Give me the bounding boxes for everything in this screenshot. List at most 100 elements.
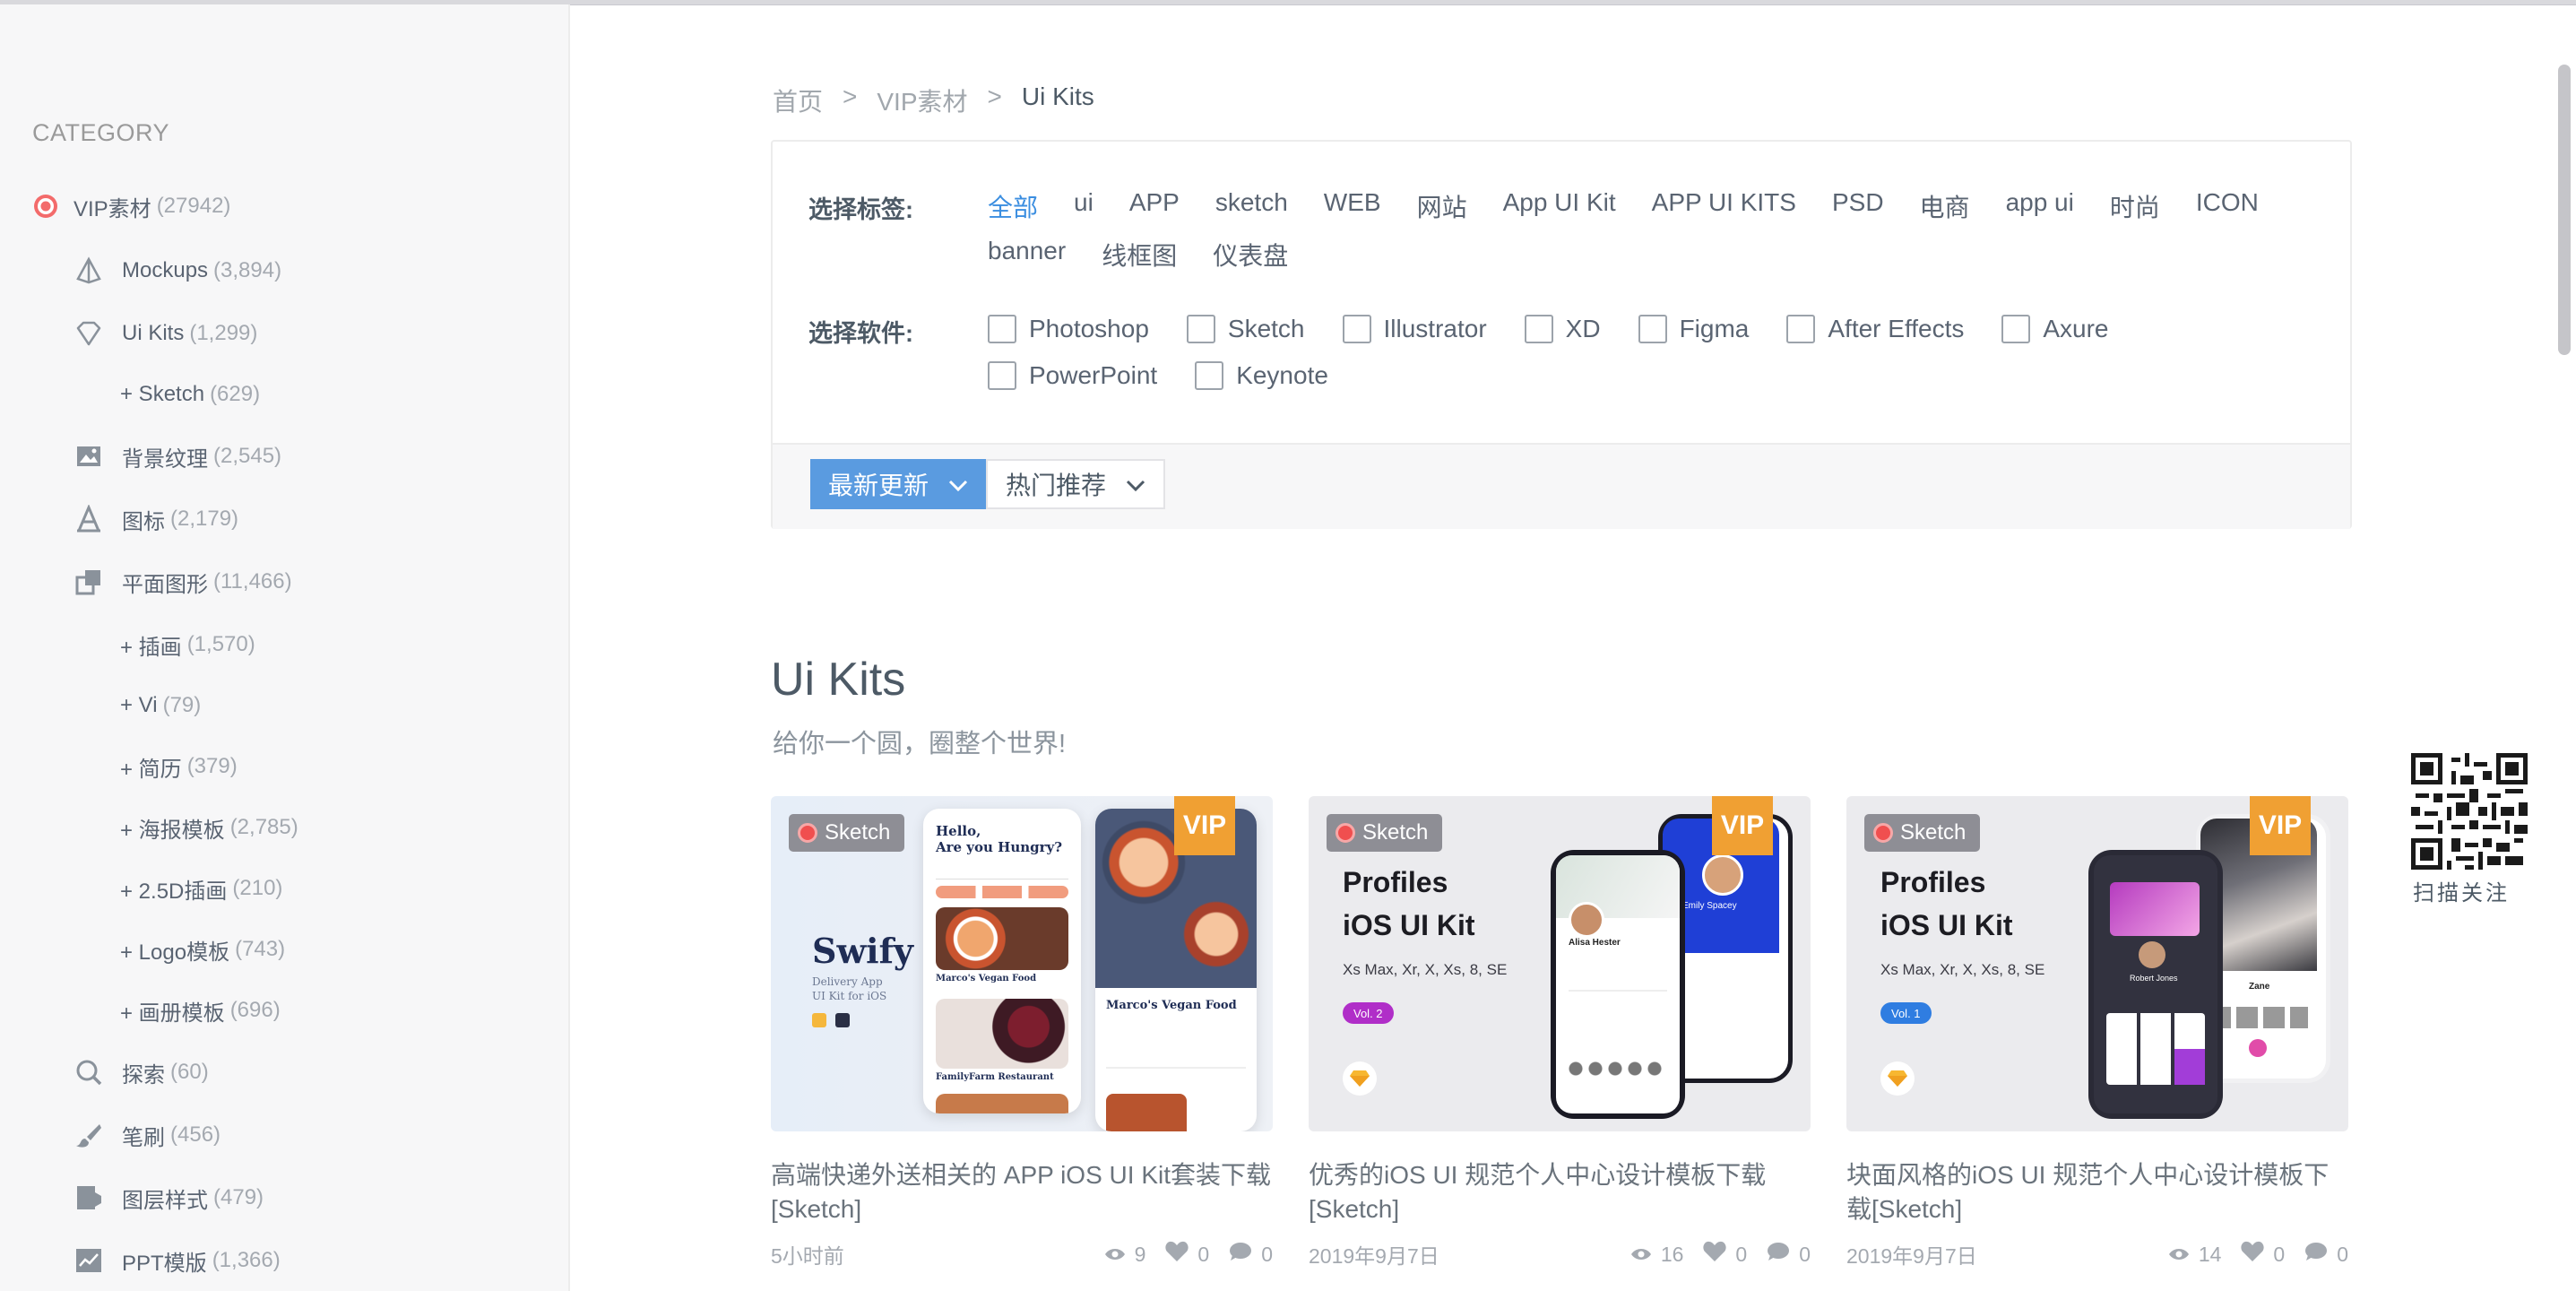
- sidebar-item-brushes[interactable]: 笔刷 (456): [73, 1113, 220, 1157]
- sidebar-item-ui-kits[interactable]: Ui Kits (1,299): [73, 311, 257, 356]
- sidebar-item-count: (379): [186, 754, 238, 778]
- card-thumbnail[interactable]: Swify Delivery App UI Kit for iOS Hello,…: [771, 796, 1273, 1131]
- tag-website[interactable]: 网站: [1417, 188, 1467, 224]
- card-stats: 14 0 0: [2168, 1239, 2348, 1269]
- sort-hot-button[interactable]: 热门推荐: [986, 459, 1166, 509]
- sketch-badge-icon: [798, 823, 817, 843]
- card-meta: 5小时前 9 0 0: [771, 1239, 1273, 1269]
- software-powerpoint[interactable]: PowerPoint: [988, 359, 1157, 393]
- software-after-effects[interactable]: After Effects: [1786, 312, 1964, 346]
- sidebar-item-layer-styles[interactable]: 图层样式 (479): [73, 1175, 264, 1220]
- software-list: Photoshop Sketch Illustrator XD Figma Af…: [988, 312, 2314, 393]
- card-title[interactable]: 高端快递外送相关的 APP iOS UI Kit套装下载[Sketch]: [771, 1158, 1273, 1226]
- checkbox[interactable]: [988, 361, 1016, 390]
- card-thumbnail[interactable]: Profiles iOS UI Kit Xs Max, Xr, X, Xs, 8…: [1309, 796, 1811, 1131]
- sidebar-subitem-logo[interactable]: + Logo模板 (743): [120, 927, 285, 972]
- software-xd[interactable]: XD: [1524, 312, 1601, 346]
- sidebar-subitem-resume[interactable]: + 简历 (379): [120, 744, 238, 789]
- card-thumbnail[interactable]: Profiles iOS UI Kit Xs Max, Xr, X, Xs, 8…: [1846, 796, 2348, 1131]
- avatar: [2139, 941, 2165, 968]
- sidebar-subitem-illustration[interactable]: + 插画 (1,570): [120, 622, 255, 667]
- sidebar-item-ppt[interactable]: PPT模版 (1,366): [73, 1238, 281, 1283]
- sidebar-item-graphics[interactable]: 平面图形 (11,466): [73, 559, 292, 604]
- checkbox[interactable]: [988, 315, 1016, 343]
- breadcrumb-vip[interactable]: VIP素材: [877, 82, 967, 118]
- sort-latest-button[interactable]: 最新更新: [810, 459, 987, 509]
- tag-app-ui-kits[interactable]: APP UI KITS: [1652, 188, 1796, 224]
- sidebar-item-explore[interactable]: 探索 (60): [73, 1050, 209, 1095]
- qr-code-icon[interactable]: [2411, 753, 2528, 870]
- sidebar-item-icons[interactable]: 图标 (2,179): [73, 497, 238, 542]
- friends-avatars: [1569, 1061, 1667, 1076]
- software-axure[interactable]: Axure: [2001, 312, 2109, 346]
- card-time: 5小时前: [771, 1244, 844, 1268]
- chevron-down-icon: [1126, 470, 1145, 498]
- sidebar-item-label: + 插画: [120, 635, 182, 660]
- tag-fashion[interactable]: 时尚: [2110, 188, 2160, 224]
- sidebar-subitem-brochure[interactable]: + 画册模板 (696): [120, 988, 281, 1033]
- resource-card[interactable]: Swify Delivery App UI Kit for iOS Hello,…: [771, 796, 1273, 1269]
- sidebar-item-label: VIP素材: [73, 196, 151, 221]
- tag-app-ui[interactable]: app ui: [2006, 188, 2074, 224]
- tag-dashboard[interactable]: 仪表盘: [1213, 237, 1288, 273]
- software-figma[interactable]: Figma: [1638, 312, 1750, 346]
- resource-card[interactable]: Profiles iOS UI Kit Xs Max, Xr, X, Xs, 8…: [1846, 796, 2348, 1269]
- checkbox[interactable]: [1786, 315, 1816, 343]
- software-label: Figma: [1679, 315, 1750, 342]
- checkbox[interactable]: [1195, 361, 1224, 390]
- sidebar-item-label: + Logo模板: [120, 940, 230, 965]
- phone-mockup: Hello, Are you Hungry? Marco's Vegan Foo…: [923, 809, 1081, 1113]
- software-illustrator[interactable]: Illustrator: [1342, 312, 1487, 346]
- sidebar-subitem-poster[interactable]: + 海报模板 (2,785): [120, 805, 298, 850]
- software-sketch[interactable]: Sketch: [1186, 312, 1305, 346]
- tag-web[interactable]: WEB: [1324, 188, 1381, 224]
- tag-wireframe[interactable]: 线框图: [1102, 237, 1177, 273]
- sidebar-subitem-vi[interactable]: + Vi (79): [120, 683, 201, 728]
- checkbox[interactable]: [1524, 315, 1553, 343]
- checkbox[interactable]: [1638, 315, 1667, 343]
- eye-icon: [1104, 1243, 1126, 1267]
- tag-app-ui-kit[interactable]: App UI Kit: [1503, 188, 1616, 224]
- vip-badge: VIP: [2250, 796, 2311, 855]
- sidebar-item-count: (27942): [156, 194, 231, 218]
- likes-stat[interactable]: 0: [2241, 1241, 2285, 1268]
- comments-stat[interactable]: 0: [1229, 1242, 1273, 1267]
- comments-stat[interactable]: 0: [2304, 1242, 2348, 1267]
- tag-ui[interactable]: ui: [1074, 188, 1094, 224]
- food-photo: [1106, 1094, 1187, 1131]
- breadcrumb-home[interactable]: 首页: [773, 82, 823, 118]
- tag-all[interactable]: 全部: [988, 188, 1038, 224]
- vip-badge: VIP: [1712, 796, 1773, 855]
- software-photoshop[interactable]: Photoshop: [988, 312, 1149, 346]
- sidebar-item-label: + Vi: [120, 693, 158, 717]
- sidebar-subitem-25d[interactable]: + 2.5D插画 (210): [120, 866, 282, 911]
- tag-ecommerce[interactable]: 电商: [1920, 188, 1970, 224]
- checkbox[interactable]: [2001, 315, 2031, 343]
- resource-card[interactable]: Profiles iOS UI Kit Xs Max, Xr, X, Xs, 8…: [1309, 796, 1811, 1269]
- sidebar-item-mockups[interactable]: Mockups (3,894): [73, 248, 281, 293]
- sidebar-item-backgrounds[interactable]: 背景纹理 (2,545): [73, 434, 281, 479]
- software-keynote[interactable]: Keynote: [1195, 359, 1328, 393]
- views-stat: 14: [2168, 1243, 2221, 1267]
- card-title[interactable]: 优秀的iOS UI 规范个人中心设计模板下载[Sketch]: [1309, 1158, 1811, 1226]
- card-meta: 2019年9月7日 14 0 0: [1846, 1239, 2348, 1269]
- checkbox[interactable]: [1342, 315, 1371, 343]
- sidebar-item-vip[interactable]: VIP素材 (27942): [30, 184, 230, 229]
- likes-stat[interactable]: 0: [1703, 1241, 1747, 1268]
- tag-psd[interactable]: PSD: [1832, 188, 1884, 224]
- tag-sketch[interactable]: sketch: [1215, 188, 1288, 224]
- phone-mockup: Alisa Hester: [1551, 850, 1685, 1119]
- sidebar-item-label: + 2.5D插画: [120, 879, 228, 904]
- comments-stat[interactable]: 0: [1767, 1242, 1811, 1267]
- card-title[interactable]: 块面风格的iOS UI 规范个人中心设计模板下载[Sketch]: [1846, 1158, 2348, 1226]
- sidebar-subitem-sketch[interactable]: + Sketch (629): [120, 372, 260, 417]
- chevron-down-icon: [948, 470, 968, 498]
- preview-devices: Xs Max, Xr, X, Xs, 8, SE: [1880, 961, 2045, 978]
- likes-stat[interactable]: 0: [1165, 1241, 1209, 1268]
- page-scrollbar[interactable]: [2558, 65, 2571, 355]
- tag-app[interactable]: APP: [1129, 188, 1180, 224]
- tag-banner[interactable]: banner: [988, 237, 1066, 273]
- tag-icon[interactable]: ICON: [2196, 188, 2259, 224]
- sidebar-item-count: (210): [232, 876, 283, 900]
- checkbox[interactable]: [1186, 315, 1215, 343]
